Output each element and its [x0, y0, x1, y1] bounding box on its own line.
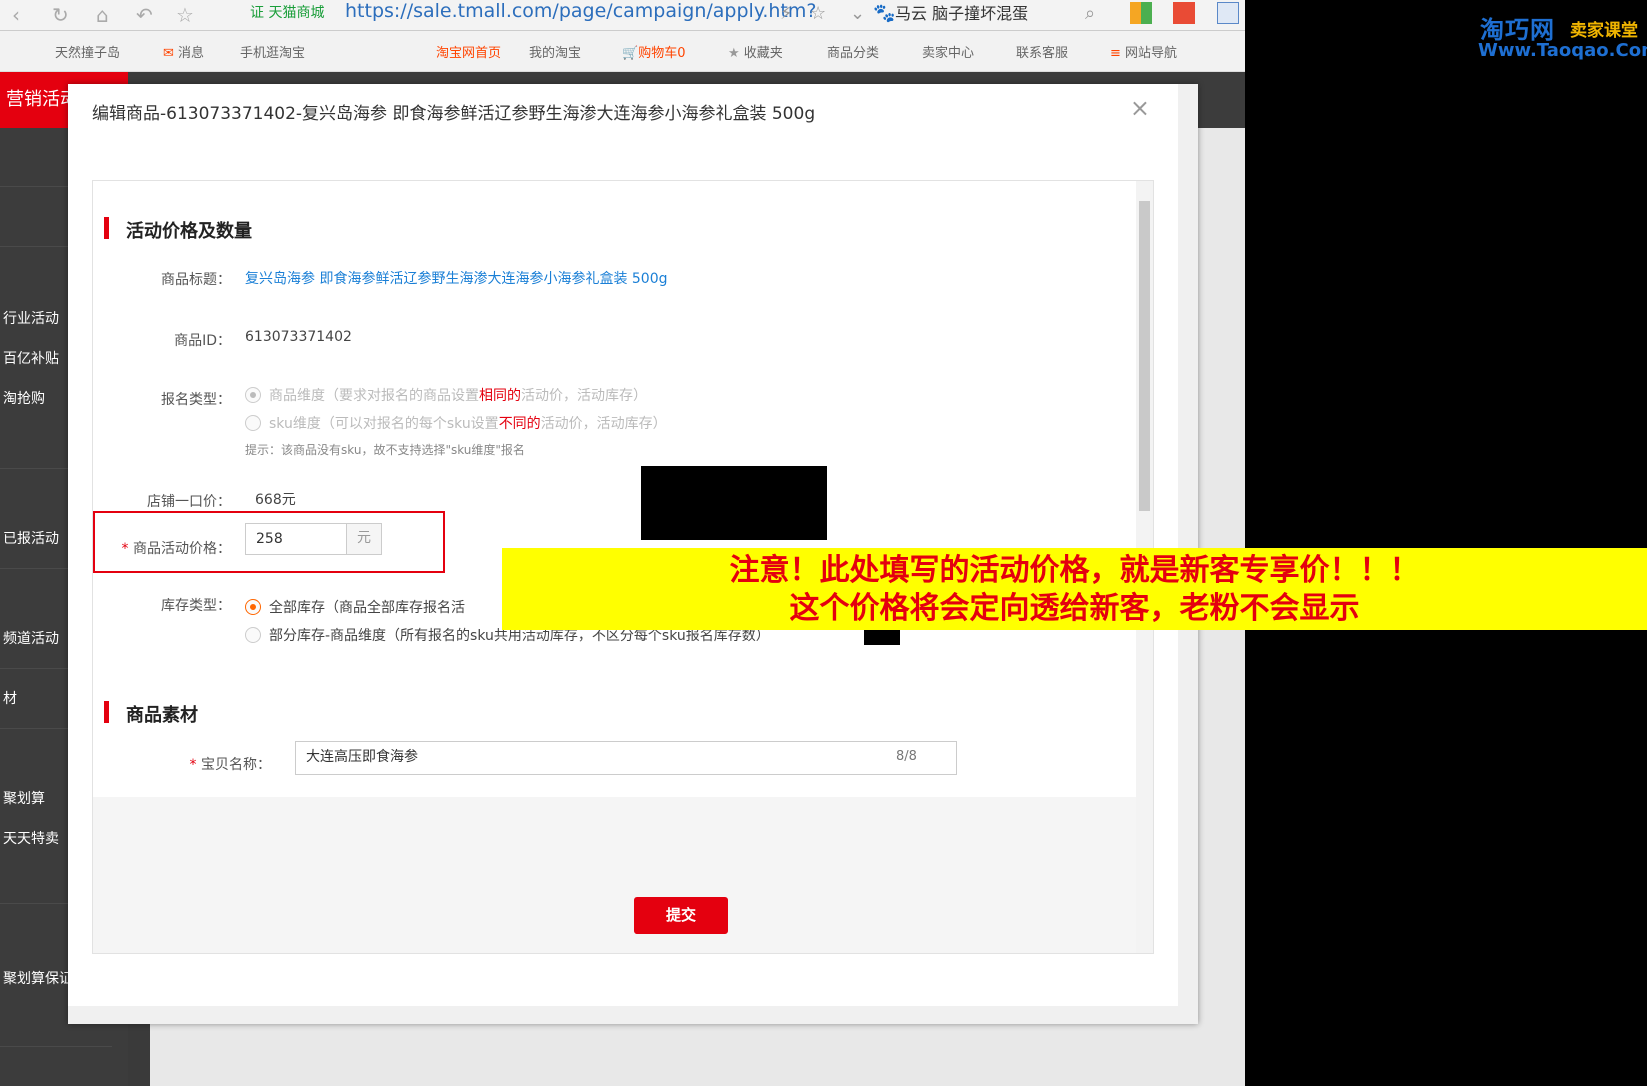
radio-sku-dimension[interactable]: [245, 415, 261, 431]
search-icon[interactable]: ⌕: [1085, 3, 1095, 24]
nav-taobao-home[interactable]: 淘宝网首页: [436, 42, 501, 61]
redaction-block: [641, 466, 827, 540]
refresh-icon[interactable]: ↻: [52, 3, 69, 27]
product-id-label: 商品ID：: [174, 333, 231, 349]
back-icon[interactable]: ‹: [12, 3, 20, 27]
watermark-site: Www.Taoqao.Com: [1478, 40, 1647, 61]
bookmark-star-icon[interactable]: ☆: [810, 3, 826, 24]
notice-banner: 注意！此处填写的活动价格，就是新客专享价！！！ 这个价格将会定向透给新客，老粉不…: [502, 548, 1647, 630]
radio-partial-stock[interactable]: [245, 627, 261, 643]
nav-site-map[interactable]: ≡ 网站导航: [1110, 42, 1177, 61]
apps-icon[interactable]: [1130, 2, 1152, 24]
home-icon[interactable]: ⌂: [96, 3, 109, 27]
sidebar-item-subsidy[interactable]: 百亿补贴: [3, 348, 59, 368]
dialog-horizontal-scrollbar[interactable]: [68, 1006, 1178, 1024]
nav-my-taobao[interactable]: 我的淘宝: [529, 42, 581, 61]
sidebar-item-material[interactable]: 材: [3, 688, 17, 708]
nav-nickname[interactable]: 天然撞子岛: [55, 42, 120, 61]
item-name-label: * 宝贝名称：: [189, 757, 271, 773]
section-title-price: 活动价格及数量: [104, 217, 252, 243]
sidebar-item-flash-sale[interactable]: 淘抢购: [3, 388, 45, 408]
nav-categories[interactable]: 商品分类: [827, 42, 879, 61]
product-title-label: 商品标题：: [161, 272, 231, 288]
cart-icon: 🛒: [622, 46, 639, 61]
form-scroll-area: 活动价格及数量 商品标题： 复兴岛海参 即食海参鲜活辽参野生海渗大连海参小海参礼…: [93, 181, 1136, 797]
radio-sku-dimension-label: sku维度（可以对报名的每个sku设置不同的活动价，活动库存）: [269, 416, 667, 432]
stats-icon[interactable]: [1217, 2, 1239, 24]
search-engine-text[interactable]: 马云 脑子撞坏混蛋: [895, 0, 1028, 24]
notice-line-1: 注意！此处填写的活动价格，就是新客专享价！！！: [729, 553, 1420, 588]
site-badge: 证 天猫商城: [250, 5, 325, 21]
sidebar-item-daily-deal[interactable]: 天天特卖: [3, 828, 59, 848]
activity-price-input[interactable]: 258: [245, 523, 347, 555]
undo-icon[interactable]: ↶: [136, 3, 153, 27]
section-title-material: 商品素材: [104, 701, 198, 727]
watermark-tag: 卖家课堂: [1570, 21, 1638, 41]
paw-icon[interactable]: 🐾: [873, 3, 895, 24]
nav-cart[interactable]: 🛒购物车0: [622, 42, 685, 61]
product-title-link[interactable]: 复兴岛海参 即食海参鲜活辽参野生海渗大连海参小海参礼盒装 500g: [245, 268, 668, 288]
lightning-icon[interactable]: ⚡: [780, 3, 793, 24]
favorite-star-icon: ★: [728, 46, 744, 61]
close-icon[interactable]: ×: [1130, 94, 1150, 122]
required-marker: *: [189, 757, 201, 773]
dropdown-icon[interactable]: ⌄: [850, 3, 865, 24]
product-id-value: 613073371402: [245, 329, 352, 345]
submit-button[interactable]: 提交: [634, 897, 728, 934]
scrollbar-thumb[interactable]: [1139, 201, 1150, 511]
shop-price-label: 店铺一口价：: [147, 494, 231, 510]
signup-type-label: 报名类型：: [161, 392, 231, 408]
sidebar-item-industry[interactable]: 行业活动: [3, 308, 59, 328]
required-marker: *: [121, 541, 133, 557]
nav-messages[interactable]: ✉ 消息: [163, 42, 204, 61]
price-unit: 元: [346, 523, 382, 555]
address-bar: ‹ ↻ ⌂ ↶ ☆ 证 天猫商城 https://sale.tmall.com/…: [0, 0, 1245, 31]
nav-favorites[interactable]: ★ 收藏夹: [728, 42, 783, 61]
mail-icon: ✉: [163, 46, 179, 61]
item-name-count: 8/8: [896, 749, 917, 764]
dialog-title: 编辑商品-613073371402-复兴岛海参 即食海参鲜活辽参野生海渗大连海参…: [92, 104, 816, 124]
taobao-top-nav: 天然撞子岛 ✉ 消息 手机逛淘宝 淘宝网首页 我的淘宝 🛒购物车0 ★ 收藏夹 …: [0, 31, 1245, 72]
item-name-input[interactable]: 大连高压即食海参: [295, 741, 957, 775]
radio-all-stock[interactable]: [245, 599, 261, 615]
nav-customer-service[interactable]: 联系客服: [1016, 42, 1068, 61]
radio-item-dimension[interactable]: [245, 387, 261, 403]
sku-hint: 提示：该商品没有sku，故不支持选择"sku维度"报名: [245, 443, 525, 457]
activity-price-label: * 商品活动价格：: [121, 541, 231, 557]
notice-line-2: 这个价格将会定向透给新客，老粉不会显示: [789, 591, 1360, 626]
sidebar-item-registered[interactable]: 已报活动: [3, 528, 59, 548]
sidebar-item-juhuasuan[interactable]: 聚划算: [3, 788, 45, 808]
radio-item-dimension-label: 商品维度（要求对报名的商品设置相同的活动价，活动库存）: [269, 388, 647, 404]
url-text[interactable]: https://sale.tmall.com/page/campaign/app…: [345, 0, 816, 22]
sidebar-divider: [0, 1046, 112, 1047]
nav-mobile[interactable]: 手机逛淘宝: [240, 42, 305, 61]
browser-window: ‹ ↻ ⌂ ↶ ☆ 证 天猫商城 https://sale.tmall.com/…: [0, 0, 1245, 1086]
radio-all-stock-label: 全部库存（商品全部库存报名活: [269, 600, 465, 616]
shop-price-value: 668元: [255, 492, 296, 508]
sidebar-item-channel[interactable]: 频道活动: [3, 628, 59, 648]
star-icon[interactable]: ☆: [176, 3, 194, 27]
sidebar-item-deposit[interactable]: 聚划算保证: [3, 968, 73, 988]
nav-seller-center[interactable]: 卖家中心: [922, 42, 974, 61]
stock-type-label: 库存类型：: [161, 598, 231, 614]
menu-icon: ≡: [1110, 46, 1126, 61]
extension-icon[interactable]: [1173, 2, 1195, 24]
